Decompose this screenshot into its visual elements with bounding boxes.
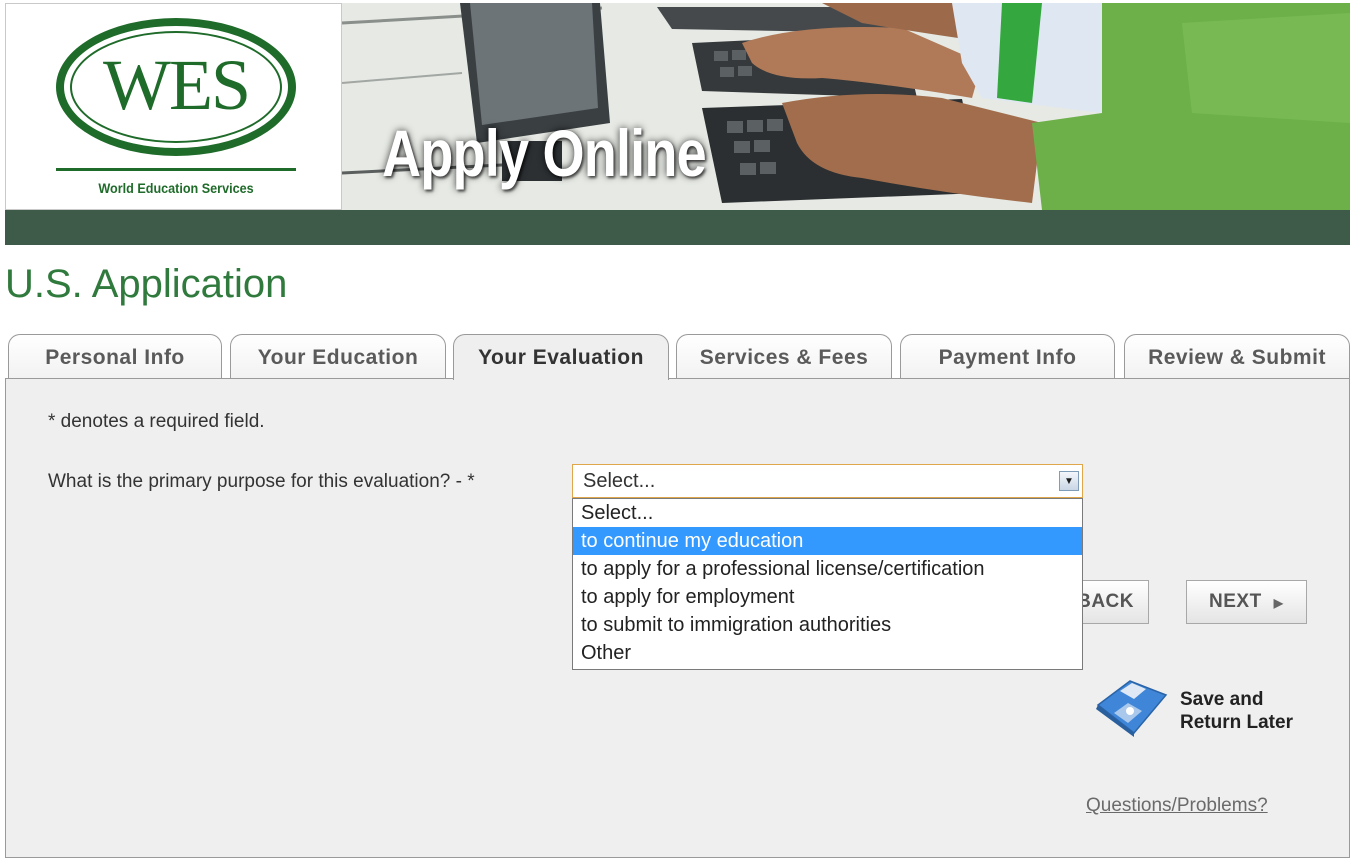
tab-your-evaluation[interactable]: Your Evaluation <box>453 334 669 380</box>
option-continue-education[interactable]: to continue my education <box>573 527 1082 555</box>
save-label-line1: Save and <box>1180 689 1264 710</box>
purpose-dropdown-list: Select... to continue my education to ap… <box>572 498 1083 670</box>
option-select[interactable]: Select... <box>573 499 1082 527</box>
tab-payment-info[interactable]: Payment Info <box>900 334 1115 378</box>
banner-bar <box>5 210 1350 245</box>
save-return-later-label: Save and Return Later <box>1180 688 1293 734</box>
page-title: U.S. Application <box>5 262 288 306</box>
option-employment[interactable]: to apply for employment <box>573 583 1082 611</box>
banner-photo: Apply Online <box>342 3 1350 210</box>
next-button-label: NEXT <box>1209 591 1262 612</box>
header-banner: WES World Education Services Apply Onlin… <box>5 0 1350 245</box>
required-note: * denotes a required field. <box>48 411 265 432</box>
save-label-line2: Return Later <box>1180 712 1293 733</box>
logo-text: WES <box>103 44 251 125</box>
option-professional-license[interactable]: to apply for a professional license/cert… <box>573 555 1082 583</box>
tab-review-submit[interactable]: Review & Submit <box>1124 334 1350 378</box>
wes-logo: WES World Education Services <box>5 3 342 210</box>
save-return-later-button[interactable]: Save and Return Later <box>1088 675 1318 741</box>
logo-rule <box>56 168 296 171</box>
option-other[interactable]: Other <box>573 639 1082 667</box>
tab-personal-info[interactable]: Personal Info <box>8 334 222 378</box>
purpose-select-value: Select... <box>583 470 656 492</box>
floppy-disk-icon <box>1096 680 1168 737</box>
play-arrow-icon: ▶ <box>1273 596 1284 610</box>
chevron-down-icon[interactable]: ▼ <box>1059 471 1079 491</box>
option-immigration[interactable]: to submit to immigration authorities <box>573 611 1082 639</box>
next-button[interactable]: NEXT ▶ <box>1186 580 1307 624</box>
purpose-question-label: What is the primary purpose for this eva… <box>48 471 475 492</box>
logo-oval: WES <box>56 18 296 156</box>
evaluation-panel: * denotes a required field. What is the … <box>5 378 1350 858</box>
tab-services-fees[interactable]: Services & Fees <box>676 334 892 378</box>
tab-your-education[interactable]: Your Education <box>230 334 446 378</box>
logo-subtitle: World Education Services <box>98 180 254 196</box>
questions-problems-link[interactable]: Questions/Problems? <box>1086 795 1268 817</box>
purpose-select[interactable]: Select... ▼ <box>572 464 1083 498</box>
tab-bar: Personal Info Your Education Your Evalua… <box>5 334 1350 380</box>
banner-title: Apply Online <box>382 116 707 190</box>
